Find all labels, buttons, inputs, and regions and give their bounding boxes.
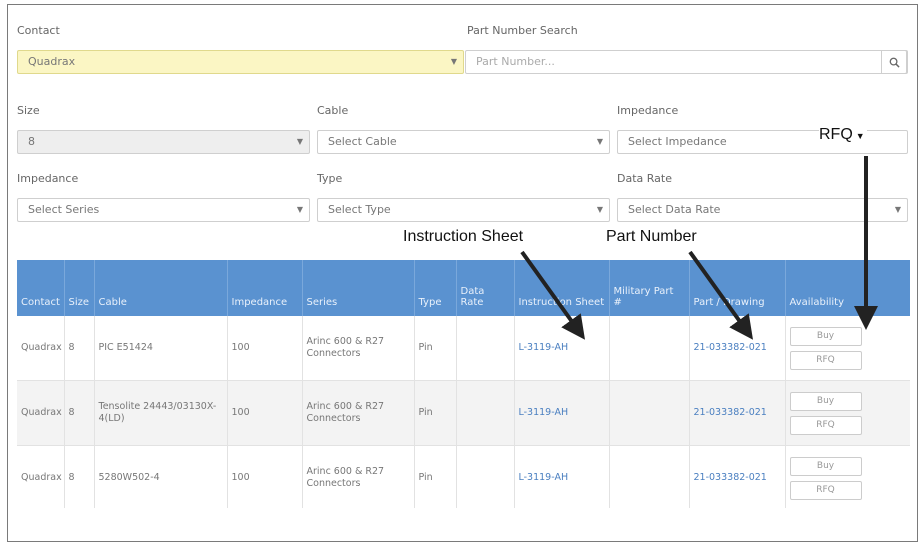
cell-military [609,445,690,508]
column-header: Availability [785,260,910,316]
part-drawing-link[interactable]: 21-033382-021 [694,407,767,418]
instruction-sheet-annotation: Instruction Sheet [403,228,524,245]
column-header: Size [64,260,95,316]
rfq-button[interactable]: RFQ [789,480,862,500]
cell-part: 21-033382-021 [689,316,786,381]
cell-data-rate [456,316,515,381]
cell-instruction: L-3119-AH [514,316,610,381]
table-row: Quadrax 8 Tensolite 24443/03130X-4(LD) 1… [17,380,910,446]
cell-data-rate [456,380,515,446]
chevron-down-icon: ▼ [596,137,603,146]
cell-data-rate [456,445,515,508]
column-header: Military Part # [609,260,690,316]
column-header: Instruction Sheet [514,260,610,316]
contact-select[interactable]: Quadrax ▼ [17,50,464,74]
data-rate-select-value: Select Data Rate [628,203,721,216]
type-label: Type [317,172,343,185]
buy-button[interactable]: Buy [789,326,862,346]
chevron-down-icon: ▼ [296,205,303,214]
cell-instruction: L-3119-AH [514,380,610,446]
cell-military [609,380,690,446]
column-header: Data Rate [456,260,515,316]
search-icon [889,57,900,68]
impedance-select-value: Select Impedance [628,135,727,148]
cell-contact: Quadrax [17,445,65,508]
cell-availability: Buy RFQ [785,445,910,508]
cell-impedance: 100 [227,380,303,446]
cell-type: Pin [414,380,457,446]
rfq-button[interactable]: RFQ [789,415,862,435]
cable-select[interactable]: Select Cable ▼ [317,130,610,154]
series-impedance-label: Impedance [17,172,79,185]
chevron-down-icon: ▼ [894,205,901,214]
chevron-down-icon: ▼ [296,137,303,146]
column-header: Series [302,260,415,316]
part-drawing-link[interactable]: 21-033382-021 [694,472,767,483]
cell-type: Pin [414,445,457,508]
instruction-sheet-link[interactable]: L-3119-AH [519,472,569,483]
cell-series: Arinc 600 & R27 Connectors [302,316,415,381]
chevron-down-icon: ▼ [596,205,603,214]
table-row: Quadrax 8 5280W502-4 100 Arinc 600 & R27… [17,445,910,508]
cell-size: 8 [64,316,95,381]
cell-part: 21-033382-021 [689,445,786,508]
part-search-placeholder: Part Number... [476,55,555,68]
cell-impedance: 100 [227,445,303,508]
cell-part: 21-033382-021 [689,380,786,446]
cell-availability: Buy RFQ [785,316,910,381]
part-search-input[interactable]: Part Number... [465,50,908,74]
part-drawing-link[interactable]: 21-033382-021 [694,342,767,353]
chevron-down-icon: ▼ [450,57,457,66]
contact-select-value: Quadrax [28,55,76,68]
cable-label: Cable [317,104,349,117]
type-select-value: Select Type [328,203,391,216]
search-button[interactable] [881,50,907,74]
impedance-label: Impedance [617,104,679,117]
cell-series: Arinc 600 & R27 Connectors [302,445,415,508]
buy-button[interactable]: Buy [789,456,862,476]
cell-size: 8 [64,380,95,446]
cell-cable: Tensolite 24443/03130X-4(LD) [94,380,228,446]
cable-select-value: Select Cable [328,135,397,148]
instruction-sheet-link[interactable]: L-3119-AH [519,407,569,418]
series-select[interactable]: Select Series ▼ [17,198,310,222]
results-table: Contact Size Cable Impedance Series Type… [17,260,910,508]
part-number-annotation: Part Number [606,228,697,245]
contact-label: Contact [17,24,60,37]
size-select-value: 8 [28,135,35,148]
cell-contact: Quadrax [17,316,65,381]
size-label: Size [17,104,40,117]
type-select[interactable]: Select Type ▼ [317,198,610,222]
data-rate-label: Data Rate [617,172,672,185]
rfq-annotation: RFQ ▼ [819,126,867,144]
series-select-value: Select Series [28,203,100,216]
table-row: Quadrax 8 PIC E51424 100 Arinc 600 & R27… [17,316,910,381]
column-header: Part / Drawing [689,260,786,316]
cell-cable: PIC E51424 [94,316,228,381]
cell-instruction: L-3119-AH [514,445,610,508]
cell-cable: 5280W502-4 [94,445,228,508]
cell-impedance: 100 [227,316,303,381]
data-rate-select[interactable]: Select Data Rate ▼ [617,198,908,222]
rfq-button[interactable]: RFQ [789,350,862,370]
cell-size: 8 [64,445,95,508]
cell-type: Pin [414,316,457,381]
cell-contact: Quadrax [17,380,65,446]
results-table-container: Contact Size Cable Impedance Series Type… [17,260,910,508]
chevron-down-icon: ▼ [855,131,865,141]
table-header-row: Contact Size Cable Impedance Series Type… [17,260,910,316]
rfq-annotation-text: RFQ [819,126,853,143]
column-header: Cable [94,260,228,316]
size-select[interactable]: 8 ▼ [17,130,310,154]
column-header: Contact [17,260,65,316]
instruction-sheet-link[interactable]: L-3119-AH [519,342,569,353]
cell-availability: Buy RFQ [785,380,910,446]
buy-button[interactable]: Buy [789,391,862,411]
column-header: Impedance [227,260,303,316]
cell-military [609,316,690,381]
part-search-label: Part Number Search [467,24,578,37]
column-header: Type [414,260,457,316]
cell-series: Arinc 600 & R27 Connectors [302,380,415,446]
